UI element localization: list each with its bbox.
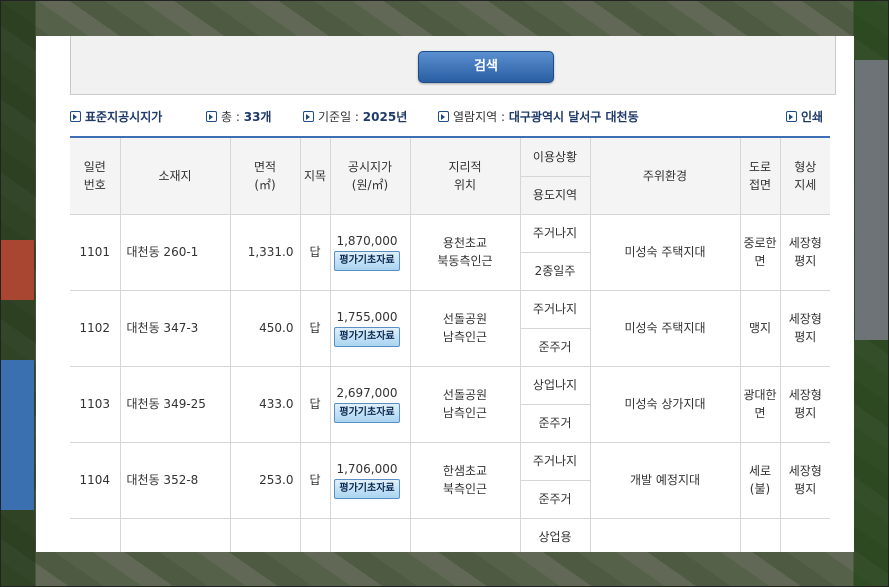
cell-location <box>119 517 231 552</box>
arrow-icon <box>206 111 217 122</box>
table-row: 1104 대천동 352-8 253.0 답 1,706,000 평가기초자료 … <box>70 441 830 519</box>
cell-zone: 2종일주 <box>520 251 590 291</box>
cell-usage: 상업용 <box>519 517 591 552</box>
info-bar: 표준지공시지가 총 : 33개 기준일 : 2025년 열람지역 : 대구광역시… <box>70 108 834 126</box>
header-serial: 일련 번호 <box>70 136 121 215</box>
cell-price: 2,697,000 평가기초자료 <box>329 365 411 443</box>
background-road <box>855 60 889 340</box>
eval-data-button[interactable]: 평가기초자료 <box>334 403 400 423</box>
header-category: 지목 <box>299 136 331 215</box>
arrow-icon <box>786 111 797 122</box>
header-price: 공시지가 (원/㎡) <box>329 136 411 215</box>
cell-shape: 세장형 평지 <box>779 289 830 367</box>
cell-category: 답 <box>299 213 331 291</box>
search-area: 검색 <box>70 36 836 95</box>
cell-category <box>299 517 331 552</box>
cell-category: 답 <box>299 289 331 367</box>
cell-geo <box>409 517 521 552</box>
price-value: 1,706,000 <box>336 462 398 476</box>
cell-area: 450.0 <box>229 289 301 367</box>
cell-shape <box>779 517 830 552</box>
cell-location: 대천동 260-1 <box>119 213 231 291</box>
search-button[interactable]: 검색 <box>418 51 554 83</box>
header-road: 도로 접면 <box>739 136 781 215</box>
cell-category: 답 <box>299 365 331 443</box>
table-row: 상업용 <box>70 517 830 552</box>
cell-zone: 준주거 <box>520 479 590 519</box>
eval-data-button[interactable]: 평가기초자료 <box>334 327 400 347</box>
cell-serial <box>70 517 121 552</box>
cell-area: 253.0 <box>229 441 301 519</box>
info-total: 총 : 33개 <box>206 108 271 125</box>
cell-area <box>229 517 301 552</box>
cell-usage: 주거나지 <box>519 441 591 481</box>
cell-location: 대천동 347-3 <box>119 289 231 367</box>
cell-env: 개발 예정지대 <box>589 441 741 519</box>
cell-geo: 선돌공원 남측인근 <box>409 365 521 443</box>
header-usage: 이용상황 <box>519 136 591 177</box>
cell-location: 대천동 352-8 <box>119 441 231 519</box>
header-shape: 형상 지세 <box>779 136 830 215</box>
cell-env: 미성숙 상가지대 <box>589 365 741 443</box>
cell-geo: 한샘초교 북측인근 <box>409 441 521 519</box>
cell-road: 광대한 면 <box>739 365 781 443</box>
eval-data-button[interactable]: 평가기초자료 <box>334 251 400 271</box>
cell-price: 1,870,000 평가기초자료 <box>329 213 411 291</box>
header-zone: 용도지역 <box>520 175 590 215</box>
arrow-icon <box>303 111 314 122</box>
cell-location: 대천동 349-25 <box>119 365 231 443</box>
arrow-icon <box>438 111 449 122</box>
cell-serial: 1103 <box>70 365 121 443</box>
header-geo: 지리적 위치 <box>409 136 521 215</box>
header-location: 소재지 <box>119 136 231 215</box>
cell-area: 1,331.0 <box>229 213 301 291</box>
table-row: 1103 대천동 349-25 433.0 답 2,697,000 평가기초자료… <box>70 365 830 443</box>
cell-category: 답 <box>299 441 331 519</box>
cell-shape: 세장형 평지 <box>779 365 830 443</box>
cell-zone: 준주거 <box>520 327 590 367</box>
cell-shape: 세장형 평지 <box>779 441 830 519</box>
cell-area: 433.0 <box>229 365 301 443</box>
cell-usage: 주거나지 <box>519 213 591 253</box>
cell-price <box>329 517 411 552</box>
cell-shape: 세장형 평지 <box>779 213 830 291</box>
eval-data-button[interactable]: 평가기초자료 <box>334 479 400 499</box>
print-link[interactable]: 인쇄 <box>786 108 823 125</box>
cell-road <box>739 517 781 552</box>
cell-geo: 용천초교 북동측인근 <box>409 213 521 291</box>
cell-serial: 1102 <box>70 289 121 367</box>
cell-serial: 1104 <box>70 441 121 519</box>
price-value: 2,697,000 <box>336 386 398 400</box>
cell-road: 세로 (불) <box>739 441 781 519</box>
cell-road: 맹지 <box>739 289 781 367</box>
cell-road: 중로한 면 <box>739 213 781 291</box>
arrow-icon <box>70 111 81 122</box>
background-roof <box>0 360 34 510</box>
cell-serial: 1101 <box>70 213 121 291</box>
info-region: 열람지역 : 대구광역시 달서구 대천동 <box>438 108 639 125</box>
land-price-table: 일련 번호 소재지 면적 (㎡) 지목 공시지가 (원/㎡) 지리적 위치 이용… <box>70 136 830 552</box>
cell-env: 미성숙 주택지대 <box>589 289 741 367</box>
cell-env: 미성숙 주택지대 <box>589 213 741 291</box>
info-date: 기준일 : 2025년 <box>303 108 407 125</box>
cell-zone: 준주거 <box>520 403 590 443</box>
cell-usage: 주거나지 <box>519 289 591 329</box>
cell-geo: 선돌공원 남측인근 <box>409 289 521 367</box>
header-area: 면적 (㎡) <box>229 136 301 215</box>
price-value: 1,870,000 <box>336 234 398 248</box>
table-row: 1101 대천동 260-1 1,331.0 답 1,870,000 평가기초자… <box>70 213 830 291</box>
cell-usage: 상업나지 <box>519 365 591 405</box>
cell-price: 1,706,000 평가기초자료 <box>329 441 411 519</box>
land-price-panel: 검색 표준지공시지가 총 : 33개 기준일 : 2025년 열람지역 : 대구… <box>36 36 854 552</box>
cell-price: 1,755,000 평가기초자료 <box>329 289 411 367</box>
price-value: 1,755,000 <box>336 310 398 324</box>
cell-env <box>589 517 741 552</box>
background-roof <box>0 240 34 300</box>
header-env: 주위환경 <box>589 136 741 215</box>
table-row: 1102 대천동 347-3 450.0 답 1,755,000 평가기초자료 … <box>70 289 830 367</box>
info-title: 표준지공시지가 <box>70 108 162 125</box>
